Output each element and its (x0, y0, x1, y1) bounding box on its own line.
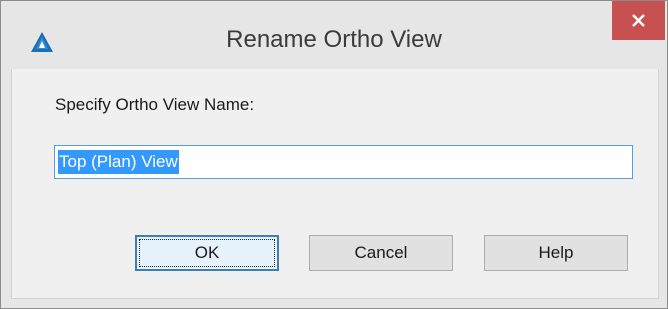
ok-button[interactable]: OK (135, 235, 279, 271)
title-bar[interactable]: Rename Ortho View (1, 1, 667, 69)
view-name-value[interactable]: Top (Plan) View (58, 150, 179, 174)
help-button[interactable]: Help (484, 235, 628, 271)
cancel-button-label: Cancel (354, 243, 408, 262)
close-icon (632, 14, 645, 27)
rename-ortho-view-dialog: Rename Ortho View Specify Ortho View Nam… (0, 0, 668, 309)
dialog-body: Specify Ortho View Name: Top (Plan) View… (11, 69, 659, 299)
window-title: Rename Ortho View (226, 26, 442, 53)
help-button-label: Help (538, 243, 574, 262)
ok-button-label: OK (194, 243, 220, 262)
cancel-button[interactable]: Cancel (309, 235, 453, 271)
view-name-input[interactable]: Top (Plan) View (54, 145, 633, 179)
view-name-label: Specify Ortho View Name: (55, 95, 255, 114)
close-button[interactable] (612, 1, 665, 40)
